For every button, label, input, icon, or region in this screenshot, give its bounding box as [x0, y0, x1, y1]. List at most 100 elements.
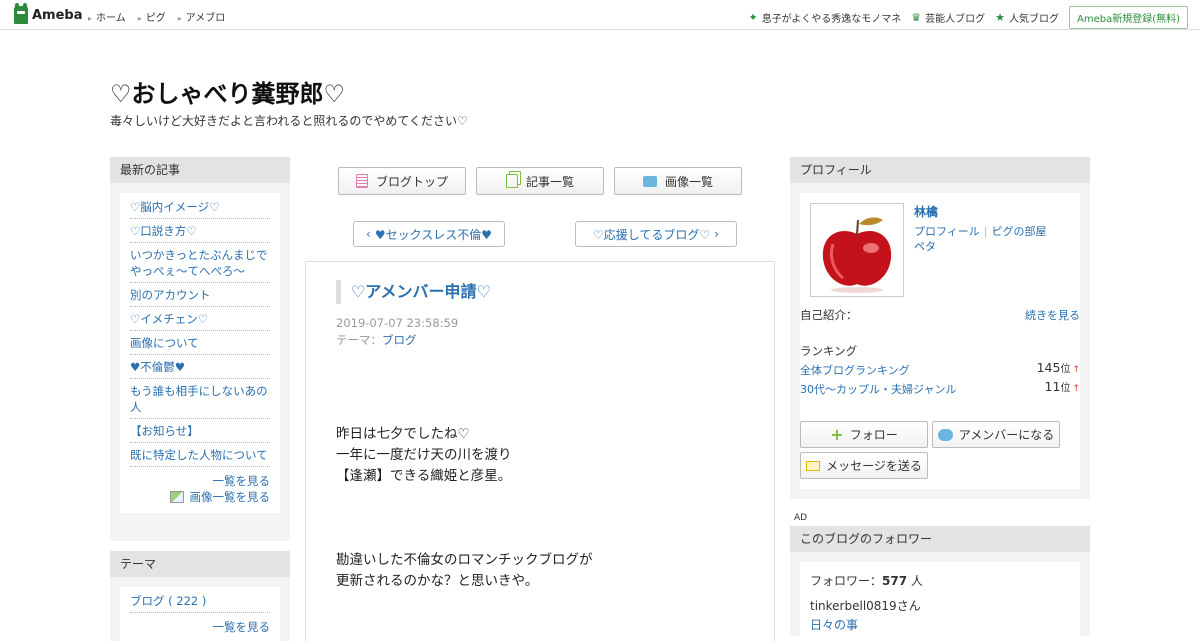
- image-list-label: 画像一覧: [664, 174, 713, 189]
- followers-panel: このブログのフォロワー フォロワー：577 人 tinkerbell0819さん…: [790, 526, 1090, 642]
- followers-unit: 人: [910, 574, 923, 588]
- nav-home[interactable]: ▸ ホーム: [88, 9, 126, 24]
- recent-article-item[interactable]: 既に特定した人物について: [130, 443, 270, 467]
- blog-top-label: ブログトップ: [375, 174, 448, 189]
- list-more-link[interactable]: 一覧を見る: [130, 473, 271, 489]
- ameba-logo-icon: [14, 3, 28, 24]
- arrow-up-icon: ↑: [1072, 365, 1080, 375]
- chevron-right-icon: ▸: [177, 14, 182, 23]
- article: ♡アメンバー申請♡ 2019-07-07 23:58:59 テーマ：ブログ 昨日…: [305, 261, 775, 641]
- theme-item[interactable]: ブログ ( 222 ): [130, 589, 270, 613]
- theme-panel: テーマ ブログ ( 222 ) 一覧を見る: [110, 551, 290, 643]
- followers-count-line: フォロワー：577 人: [810, 572, 1070, 589]
- article-line: 【逢瀬】できる織姫と彦星。: [336, 468, 512, 484]
- ameba-logo[interactable]: Ameba: [14, 3, 83, 24]
- pigg-room-link[interactable]: ピグの部屋: [992, 225, 1047, 238]
- recent-article-item[interactable]: 画像について: [130, 331, 270, 355]
- intro-more-link[interactable]: 続きを見る: [1025, 307, 1080, 323]
- chevron-left-icon: ‹: [366, 227, 371, 241]
- article-theme: テーマ：ブログ: [336, 332, 417, 348]
- star-icon: ★: [995, 11, 1005, 24]
- theme-more-link[interactable]: 一覧を見る: [130, 619, 271, 635]
- recent-article-item[interactable]: ♥不倫鬱♥: [130, 355, 270, 379]
- copy-icon: [505, 174, 518, 188]
- overall-ranking-link[interactable]: 全体ブログランキング: [800, 362, 910, 378]
- logo-text: Ameba: [32, 7, 83, 23]
- signup-button[interactable]: Ameba新規登録(無料): [1068, 6, 1188, 29]
- top-right-links: ✦ 息子がよくやる秀逸なモノマネ ♛ 芸能人ブログ ★ 人気ブログ Ameba新規登録…: [749, 6, 1188, 29]
- nav-pigg[interactable]: ▸ ピグ: [138, 9, 166, 24]
- top-nav: ▸ ホーム ▸ ピグ ▸ アメブロ: [88, 9, 225, 24]
- message-label: メッセージを送る: [826, 459, 922, 473]
- article-title[interactable]: ♡アメンバー申請♡: [336, 280, 491, 304]
- nav-pigg-label: ピグ: [145, 13, 166, 24]
- celebrity-blog-link[interactable]: ♛ 芸能人ブログ: [911, 10, 985, 25]
- follower-blog-link[interactable]: 日々の事: [810, 616, 1070, 633]
- topic-link-label: 息子がよくやる秀逸なモノマネ: [761, 14, 902, 25]
- recent-article-item[interactable]: いつかきっとたぶんまじでやっぺぇ～てへぺろ～: [130, 243, 270, 283]
- article-theme-label: テーマ：: [336, 333, 382, 347]
- chevron-right-icon: ›: [714, 227, 719, 241]
- overall-ranking-value: 145位 ↑: [1037, 360, 1080, 375]
- prev-article-label: ♥セックスレス不倫♥: [374, 227, 492, 242]
- peta-link[interactable]: ペタ: [914, 238, 936, 254]
- blog-title[interactable]: ♡おしゃべり糞野郎♡: [110, 74, 345, 109]
- crown-icon: ♛: [911, 11, 922, 24]
- recent-article-item[interactable]: もう誰も相手にしないあの人: [130, 379, 270, 419]
- nav-ameblo-label: アメブロ: [185, 13, 226, 24]
- next-article-button[interactable]: ♡応援してるブログ♡ ›: [575, 221, 737, 247]
- rank-unit: 位: [1060, 383, 1071, 394]
- article-theme-link[interactable]: ブログ: [382, 333, 417, 347]
- recent-article-item[interactable]: ♡口説き方♡: [130, 219, 270, 243]
- genre-ranking-link[interactable]: 30代〜カップル・夫婦ジャンル: [800, 381, 956, 397]
- camera-icon: [642, 175, 657, 187]
- amember-button[interactable]: アメンバーになる: [932, 421, 1060, 448]
- envelope-icon: [806, 460, 821, 471]
- article-line: 一年に一度だけ天の川を渡り: [336, 447, 512, 463]
- prev-article-button[interactable]: ‹ ♥セックスレス不倫♥: [353, 221, 505, 247]
- follow-button[interactable]: + フォロー: [800, 421, 928, 448]
- chevron-right-icon: ▸: [88, 14, 93, 23]
- divider: |: [983, 225, 988, 238]
- image-list-button[interactable]: 画像一覧: [614, 167, 742, 195]
- recent-article-item[interactable]: ♡イメチェン♡: [130, 307, 270, 331]
- plus-icon: +: [830, 425, 844, 444]
- popular-blog-label: 人気ブログ: [1008, 14, 1059, 25]
- theme-list: ブログ ( 222 ) 一覧を見る: [120, 587, 280, 643]
- rank-unit: 位: [1060, 364, 1071, 375]
- popular-blog-link[interactable]: ★ 人気ブログ: [995, 10, 1059, 25]
- document-icon: [355, 174, 368, 188]
- avatar[interactable]: [810, 203, 904, 297]
- image-list-more-link[interactable]: 画像一覧を見る: [130, 489, 270, 505]
- topic-link[interactable]: ✦ 息子がよくやる秀逸なモノマネ: [749, 10, 902, 25]
- apple-image: [811, 204, 903, 296]
- profile-links: プロフィール | ピグの部屋: [914, 223, 1047, 239]
- next-article-label: ♡応援してるブログ♡: [593, 227, 711, 242]
- recent-articles-panel: 最新の記事 ♡脳内イメージ♡ ♡口説き方♡ いつかきっとたぶんまじでやっぺぇ～て…: [110, 157, 290, 541]
- article-paragraph: 勘違いした不倫女のロマンチックブログが 更新されるのかな？と思いきや。: [336, 550, 593, 592]
- ranking-label: ランキング: [800, 344, 858, 358]
- chevron-right-icon: ▸: [137, 14, 142, 23]
- rank-number: 11: [1044, 379, 1061, 394]
- article-list-button[interactable]: 記事一覧: [476, 167, 604, 195]
- message-button[interactable]: メッセージを送る: [800, 452, 928, 479]
- chat-bubble-icon: [937, 428, 953, 441]
- arrow-up-icon: ↑: [1072, 384, 1080, 394]
- follower-name[interactable]: tinkerbell0819さん: [810, 597, 1070, 614]
- recent-articles-list: ♡脳内イメージ♡ ♡口説き方♡ いつかきっとたぶんまじでやっぺぇ～てへぺろ～ 別…: [120, 193, 280, 513]
- nav-ameblo[interactable]: ▸ アメブロ: [178, 9, 226, 24]
- recent-article-item[interactable]: ♡脳内イメージ♡: [130, 195, 270, 219]
- recent-article-item[interactable]: 【お知らせ】: [130, 419, 270, 443]
- followers-heading: このブログのフォロワー: [790, 526, 1090, 552]
- top-bar: Ameba ▸ ホーム ▸ ピグ ▸ アメブロ ✦ 息子がよくやる秀逸なモノマネ ♛ 芸能…: [0, 0, 1200, 30]
- article-line: 更新されるのかな？と思いきや。: [336, 573, 539, 589]
- recent-article-item[interactable]: 別のアカウント: [130, 283, 270, 307]
- profile-name[interactable]: 林檎: [914, 203, 938, 220]
- blog-top-button[interactable]: ブログトップ: [338, 167, 466, 195]
- ad-label: AD: [794, 513, 808, 523]
- blog-description: 毒々しいけど大好きだよと言われると照れるのでやめてください♡: [110, 114, 468, 128]
- intro-label: 自己紹介：: [800, 308, 858, 322]
- profile-link[interactable]: プロフィール: [914, 225, 980, 238]
- rank-number: 145: [1036, 360, 1061, 375]
- celebrity-blog-label: 芸能人ブログ: [925, 14, 986, 25]
